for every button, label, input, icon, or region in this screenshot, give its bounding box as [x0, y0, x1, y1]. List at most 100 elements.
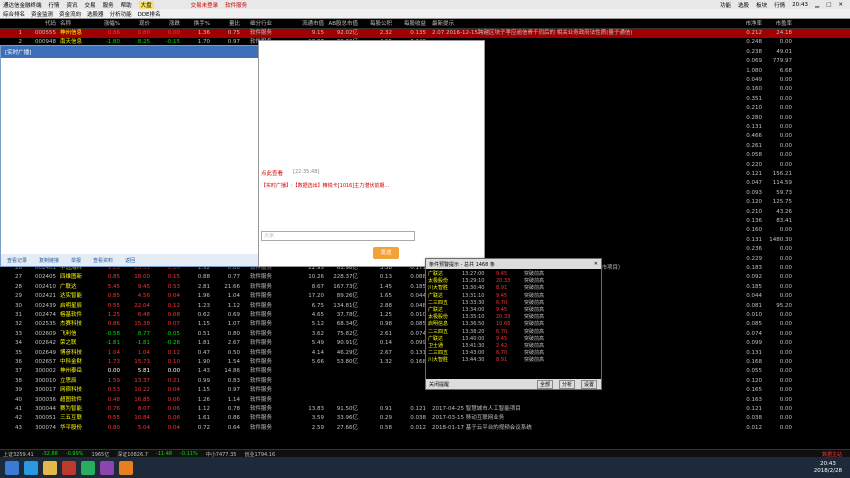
- chat-footer-history[interactable]: 查看记录: [7, 257, 27, 264]
- menu-software[interactable]: 软件服务: [225, 1, 247, 9]
- cell-chg: -0.05: [165, 330, 180, 337]
- cell-idx: 40: [15, 396, 22, 403]
- table-row[interactable]: 42 300051 三五互联 0.55 10.84 0.06 1.61 0.86 软件服务 3.5…: [0, 414, 850, 423]
- menu-select[interactable]: 选股: [738, 1, 749, 9]
- cell-pe: 0.00: [779, 330, 792, 337]
- alert-row[interactable]: 广联达 13:27:00 9.45 突破前高: [428, 271, 599, 278]
- cell-news: 2018-01-17 基于云平台的视频会议系统: [432, 424, 532, 431]
- toolbar-monitor[interactable]: 资金监测: [31, 10, 53, 18]
- alert-btn-close[interactable]: 关闭提醒: [429, 381, 449, 388]
- col-industry[interactable]: 细分行业: [240, 19, 290, 28]
- cell-rr: 0.131: [746, 349, 762, 356]
- alert-close-icon[interactable]: ✕: [594, 261, 598, 267]
- alert-row[interactable]: 二三四五 13:43:00 6.70 突破前高: [428, 350, 599, 357]
- taskbar-app-chat-icon[interactable]: [81, 460, 95, 475]
- chat-titlebar[interactable]: [实时广播] ✕: [1, 46, 269, 58]
- alert-row[interactable]: 太极股份 13:35:10 20.33 突破前高: [428, 314, 599, 321]
- table-row[interactable]: 1 000555 神州信息 0.66 0.80 0.00 1.36 0.75 软件服务 9.15 9…: [0, 29, 850, 38]
- table-row[interactable]: 41 300044 赛为智能 0.76 8.07 0.06 1.12 0.78 软件服务 13.8…: [0, 405, 850, 414]
- alert-row[interactable]: 卫士通 13:41:30 2.42 突破前高: [428, 343, 599, 350]
- col-news[interactable]: 最新提示: [426, 19, 732, 28]
- alert-row[interactable]: 川大智胜 13:44:30 8.91 突破前高: [428, 357, 599, 364]
- col-pb[interactable]: 市净率: [732, 19, 762, 28]
- minimize-icon[interactable]: ▁: [815, 2, 819, 8]
- cell-rr: 0.121: [746, 171, 762, 177]
- col-code[interactable]: 代码: [22, 19, 56, 28]
- cell-cap: [290, 367, 324, 376]
- table-row[interactable]: 43 300074 华平股份 0.80 5.04 0.04 0.72 0.64 软件服务 2.59…: [0, 424, 850, 433]
- menu-trade[interactable]: 交易: [85, 1, 96, 9]
- maximize-icon[interactable]: □: [826, 2, 831, 8]
- cell-pe: 0.00: [779, 312, 792, 318]
- alert-row[interactable]: 广联达 13:40:00 9.45 突破前高: [428, 336, 599, 343]
- alert-row[interactable]: 启明信息 13:36:50 10.68 突破前高: [428, 321, 599, 328]
- cell-vr: 1.07: [227, 321, 240, 328]
- menu-market[interactable]: 大盘: [138, 0, 154, 9]
- alert-titlebar[interactable]: 条件预警提示 - 总共 1468 条 ✕: [426, 259, 601, 269]
- cell-eps: 1.32: [379, 359, 392, 365]
- toolbar-flow[interactable]: 资金流向: [59, 10, 81, 18]
- col-pct[interactable]: 涨幅%: [90, 19, 120, 28]
- chat-footer-copy[interactable]: 复制链接: [39, 257, 59, 264]
- table-row[interactable]: 40 300036 超图软件 0.48 16.85 0.06 1.26 1.14 软件服务 0.1…: [0, 396, 850, 405]
- taskbar-app-tdx-icon[interactable]: [62, 460, 76, 475]
- alert-row[interactable]: 广联达 13:31:10 9.45 突破前高: [428, 293, 599, 300]
- chat-send-button[interactable]: 发送: [373, 247, 399, 259]
- chat-footer-report[interactable]: 举报: [71, 257, 81, 264]
- col-vr[interactable]: 量比: [210, 19, 240, 28]
- menu-news[interactable]: 资讯: [67, 1, 78, 9]
- alert-row[interactable]: 二三四五 13:38:20 6.70 突破前高: [428, 329, 599, 336]
- alert-window: 条件预警提示 - 总共 1468 条 ✕ 广联达 13:27:00 9.45 突破前高…: [425, 258, 602, 390]
- close-icon[interactable]: ✕: [838, 2, 843, 8]
- alert-btn-all[interactable]: 全部: [536, 379, 553, 389]
- alert-row[interactable]: 广联达 13:34:00 9.45 突破前高: [428, 307, 599, 314]
- cell-code: 300074: [35, 424, 56, 431]
- alert-btn-settings[interactable]: 设置: [580, 379, 597, 389]
- col-ab[interactable]: AB股总市值: [324, 19, 358, 28]
- alert-row[interactable]: 川大智胜 13:30:40 8.91 突破前高: [428, 285, 599, 292]
- cell-turn: 0.47: [197, 349, 210, 356]
- taskbar-app-ie-icon[interactable]: [24, 460, 38, 475]
- cell-price: -1.81: [135, 340, 150, 347]
- menu-sector[interactable]: 板块: [756, 1, 767, 9]
- start-icon[interactable]: [5, 460, 19, 475]
- cell-ab: 27.66亿: [336, 424, 358, 431]
- col-price[interactable]: 现价: [120, 19, 150, 28]
- cell-idx: 43: [15, 424, 22, 431]
- cell-rr: 0.261: [746, 142, 762, 149]
- alert-btn-analyze[interactable]: 分析: [558, 379, 575, 389]
- toolbar-rank[interactable]: 综合排名: [3, 10, 25, 18]
- alert-row[interactable]: 二三四五 13:33:30 6.70 突破前高: [428, 300, 599, 307]
- cell-turn: 1.15: [197, 321, 210, 328]
- taskbar-app-fox-icon[interactable]: [119, 460, 133, 475]
- menu-help[interactable]: 帮助: [121, 1, 132, 9]
- col-cap[interactable]: 流通市值: [290, 19, 324, 28]
- col-turn[interactable]: 换手%: [180, 19, 210, 28]
- menu-function[interactable]: 功能: [720, 1, 731, 9]
- toolbar-analysis[interactable]: 分析功能: [110, 10, 132, 18]
- toolbar-dde[interactable]: DDE排名: [138, 10, 161, 18]
- taskbar-app-media-icon[interactable]: [100, 460, 114, 475]
- cell-idx: 41: [15, 406, 22, 412]
- chat-footer-profile[interactable]: 查看资料: [93, 257, 113, 264]
- col-reserve[interactable]: 每股公积: [358, 19, 392, 28]
- menu-quotes[interactable]: 行情: [49, 1, 60, 9]
- cell-pe: 0.00: [779, 105, 792, 112]
- taskbar-app-folder-icon[interactable]: [43, 460, 57, 475]
- cell-rr: 0.058: [746, 152, 762, 159]
- menu-quotes-right[interactable]: 行情: [774, 1, 785, 9]
- chat-footer-back[interactable]: 返回: [125, 257, 135, 264]
- cell-rr: 0.229: [746, 255, 762, 262]
- col-pe[interactable]: 市盈率: [762, 19, 792, 28]
- cell-turn: 1.61: [197, 415, 210, 422]
- col-chg[interactable]: 涨跌: [150, 19, 180, 28]
- cell-news: [426, 396, 732, 405]
- col-name[interactable]: 名称: [56, 19, 90, 28]
- col-eps[interactable]: 每股收益: [392, 19, 426, 28]
- chat-link[interactable]: 点此查看: [261, 169, 283, 177]
- toolbar-selector[interactable]: 选股器: [87, 10, 104, 18]
- alert-row[interactable]: 太极股份 13:29:10 20.33 突破前高: [428, 278, 599, 285]
- chat-input[interactable]: 大家: [261, 231, 415, 241]
- menu-service[interactable]: 服务: [103, 1, 114, 9]
- menu-trade-login[interactable]: 交易未登录: [191, 1, 219, 9]
